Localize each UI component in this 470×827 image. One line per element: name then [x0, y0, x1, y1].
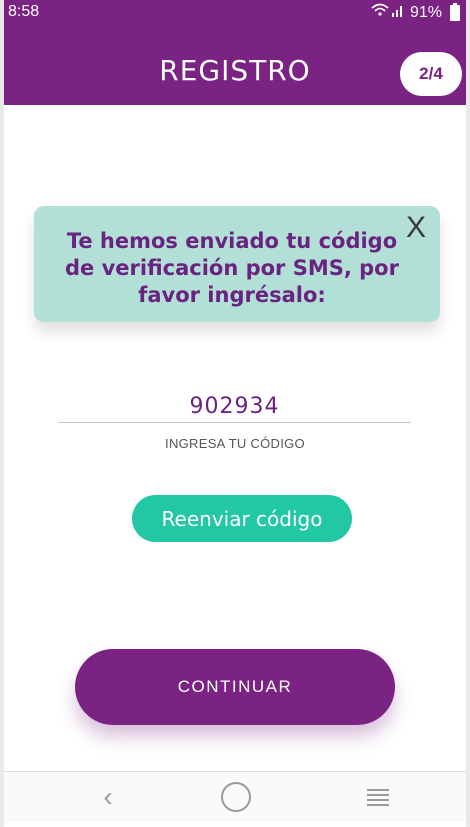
verification-code-input[interactable]	[58, 390, 411, 423]
wifi-signal-icon	[370, 2, 406, 23]
resend-code-button[interactable]: Reenviar código	[132, 495, 352, 542]
app-frame: 8:58 91% REGISTRO 2/4 Te hemos enviado t…	[4, 0, 466, 827]
status-time: 8:58	[8, 3, 40, 20]
battery-percent: 91%	[409, 3, 442, 21]
battery-icon	[450, 2, 460, 21]
step-indicator: 2/4	[400, 52, 462, 96]
system-nav-bar: ‹	[4, 771, 466, 822]
status-bar: 8:58 91%	[4, 0, 466, 24]
sms-notice: Te hemos enviado tu código de verificaci…	[34, 206, 440, 322]
continue-button[interactable]: CONTINUAR	[75, 649, 395, 725]
recents-icon[interactable]	[358, 780, 398, 814]
app-header: REGISTRO 2/4	[4, 24, 466, 105]
home-icon[interactable]	[216, 780, 256, 814]
page-title: REGISTRO	[159, 54, 311, 87]
back-icon[interactable]: ‹	[88, 780, 128, 814]
verification-code-label: INGRESA TU CÓDIGO	[165, 436, 305, 451]
status-right: 91%	[370, 2, 460, 23]
sms-notice-message: Te hemos enviado tu código de verificaci…	[65, 229, 399, 307]
main-content: Te hemos enviado tu código de verificaci…	[4, 105, 466, 771]
close-icon[interactable]: X	[402, 213, 430, 243]
